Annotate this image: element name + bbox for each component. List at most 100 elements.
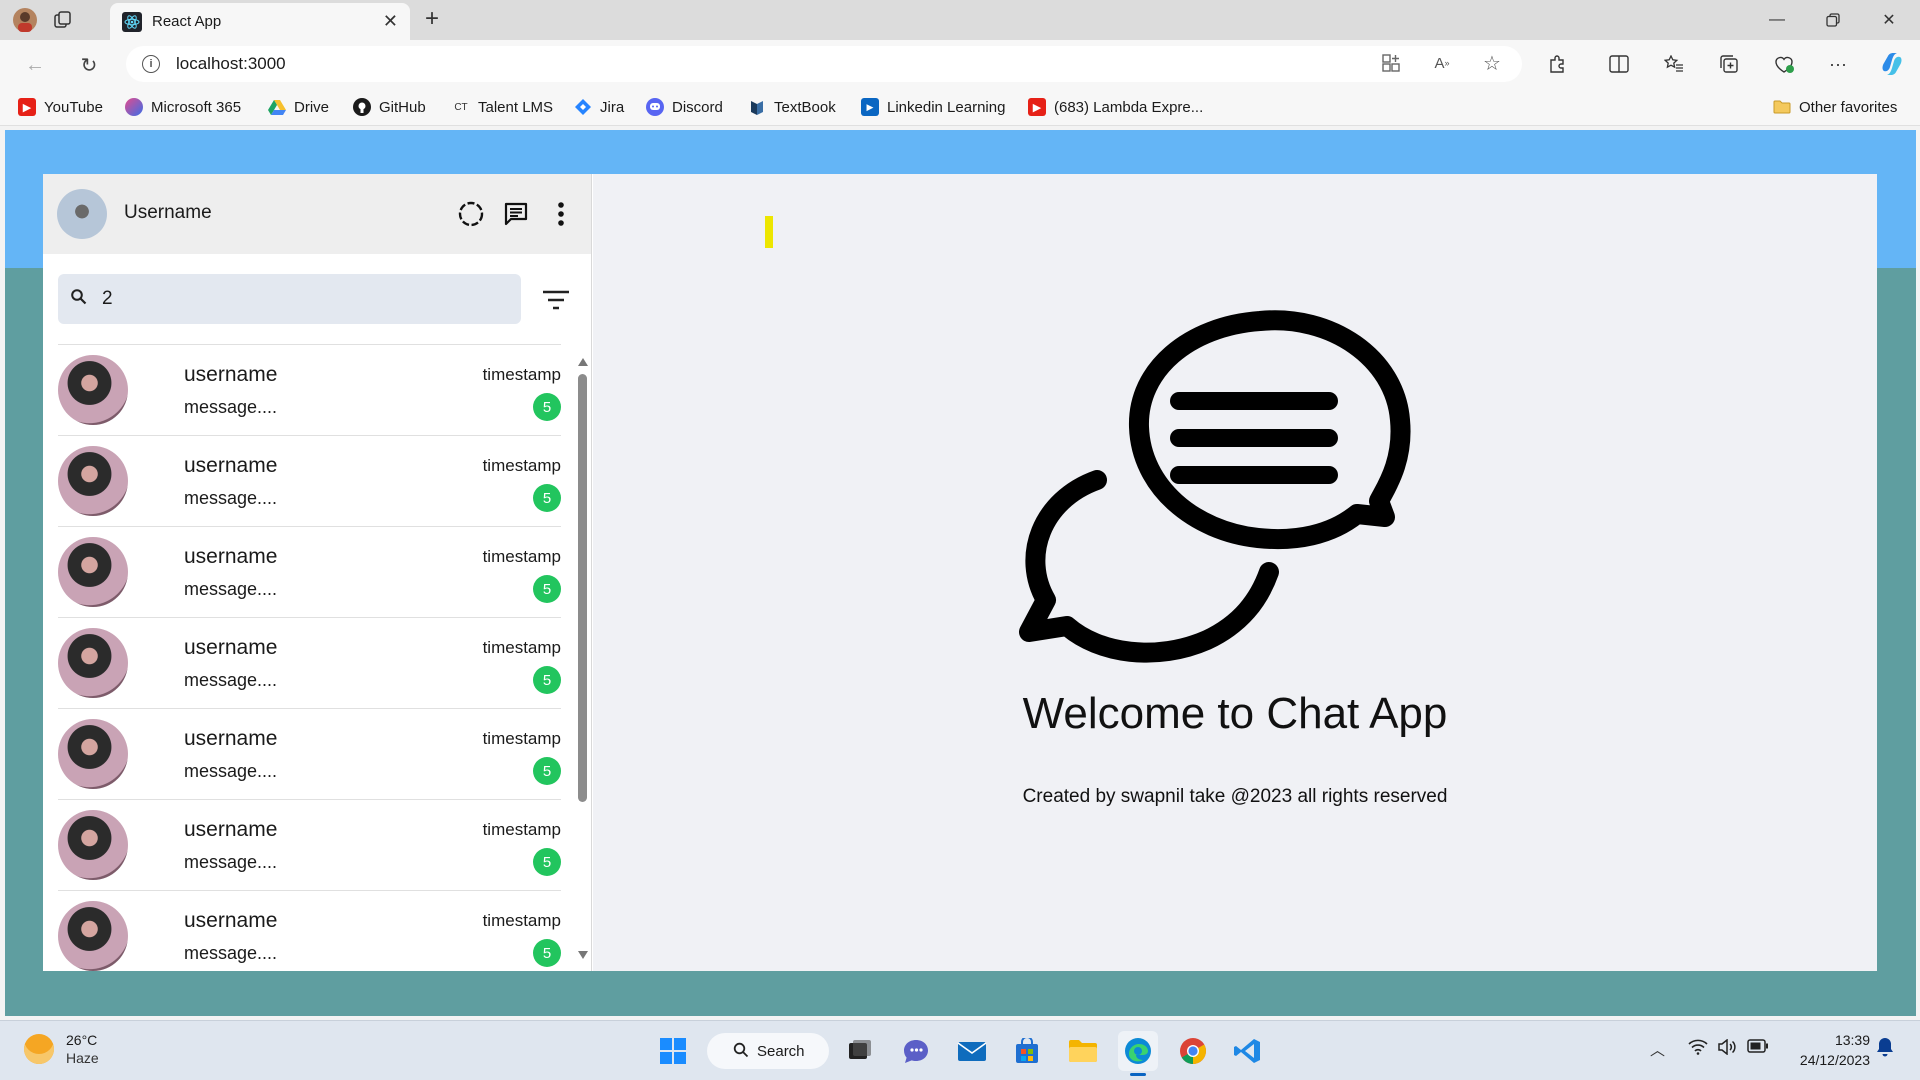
message-timestamp: timestamp [482, 820, 561, 839]
workspaces-icon[interactable] [48, 6, 78, 34]
refresh-icon[interactable]: ↻ [74, 50, 104, 80]
unread-badge: 5 [533, 575, 561, 603]
close-window-icon[interactable]: ✕ [1861, 0, 1917, 40]
volume-icon[interactable] [1717, 1038, 1737, 1059]
welcome-title: Welcome to Chat App [1022, 689, 1448, 738]
bookmark-talent-lms[interactable]: CT Talent LMS [452, 96, 553, 118]
chat-list-item[interactable]: username message.... timestamp 5 [58, 708, 561, 799]
status-icon[interactable] [455, 198, 487, 230]
bookmark-discord[interactable]: Discord [646, 96, 723, 118]
welcome-panel: Welcome to Chat App Created by swapnil t… [593, 174, 1877, 971]
other-favorites[interactable]: Other favorites [1773, 96, 1897, 118]
wifi-icon[interactable] [1688, 1039, 1708, 1059]
bookmark-youtube[interactable]: ▶ YouTube [18, 96, 103, 118]
search-input[interactable] [102, 288, 462, 310]
back-icon[interactable]: ← [20, 50, 50, 80]
bookmark-label: Linkedin Learning [887, 98, 1006, 116]
chat-list-item[interactable]: username message.... timestamp 5 [58, 435, 561, 526]
address-bar[interactable]: i localhost:3000 [126, 46, 1522, 82]
favorite-star-icon[interactable]: ☆ [1477, 48, 1507, 78]
search-icon [733, 1042, 749, 1062]
weather-condition: Haze [66, 1050, 99, 1066]
filter-icon[interactable] [540, 284, 572, 316]
scrollbar-thumb[interactable] [578, 374, 587, 802]
last-message: message.... [184, 488, 278, 508]
contact-avatar [58, 355, 128, 425]
bookmark-linkedin-learning[interactable]: ▶ Linkedin Learning [861, 96, 1005, 118]
site-info-icon[interactable]: i [142, 55, 160, 73]
github-icon [353, 98, 371, 116]
system-clock[interactable]: 13:39 24/12/2023 [1770, 1030, 1870, 1070]
bookmark-microsoft-365[interactable]: Microsoft 365 [125, 96, 241, 118]
collections-icon[interactable] [1713, 48, 1745, 80]
profile-avatar-icon[interactable] [10, 6, 40, 34]
chrome-browser-icon[interactable] [1173, 1031, 1213, 1071]
contact-avatar [58, 628, 128, 698]
message-timestamp: timestamp [482, 911, 561, 930]
chat-list-item[interactable]: username message.... timestamp 5 [58, 799, 561, 890]
contact-avatar [58, 537, 128, 607]
last-message: message.... [184, 761, 278, 781]
chat-list-item[interactable]: username message.... timestamp 5 [58, 890, 561, 971]
last-message: message.... [184, 397, 278, 417]
talentlms-icon: CT [454, 101, 468, 113]
chat-bubbles-icon [1011, 302, 1425, 688]
tab-react-app[interactable]: React App ✕ [110, 3, 410, 40]
show-hidden-icons-icon[interactable]: ︿ [1650, 1039, 1665, 1060]
chat-list-item[interactable]: username message.... timestamp 5 [58, 344, 561, 435]
folder-icon [1773, 98, 1791, 116]
browser-toolbar: ← ↻ i localhost:3000 A» ☆ ··· [0, 40, 1920, 88]
teams-chat-icon[interactable] [896, 1031, 936, 1071]
new-tab-button[interactable]: + [418, 6, 446, 34]
temperature: 26°C [66, 1032, 98, 1048]
vscode-icon[interactable] [1228, 1031, 1268, 1071]
more-options-icon[interactable] [545, 198, 577, 230]
contact-name: username [184, 454, 278, 477]
contact-name: username [184, 636, 278, 659]
new-chat-icon[interactable] [500, 198, 532, 230]
scroll-up-arrow-icon[interactable] [578, 358, 588, 366]
favorites-icon[interactable] [1658, 48, 1690, 80]
taskbar-search[interactable]: Search [707, 1033, 829, 1069]
battery-icon[interactable] [1747, 1039, 1769, 1057]
bookmark-label: Drive [294, 98, 330, 116]
chat-list-item[interactable]: username message.... timestamp 5 [58, 617, 561, 708]
chat-list-scrollbar[interactable] [576, 358, 590, 971]
message-timestamp: timestamp [482, 638, 561, 657]
bookmark-jira[interactable]: Jira [574, 96, 624, 118]
restore-icon[interactable] [1805, 0, 1861, 40]
chat-list-item[interactable]: username message.... timestamp 5 [58, 526, 561, 617]
read-aloud-icon[interactable]: A» [1427, 48, 1457, 78]
sidebar-header: Username [43, 174, 591, 254]
browser-essentials-icon[interactable] [1768, 48, 1800, 80]
close-tab-icon[interactable]: ✕ [383, 11, 398, 32]
last-message: message.... [184, 852, 278, 872]
edge-browser-icon[interactable] [1118, 1031, 1158, 1071]
contact-name: username [184, 545, 278, 568]
extensions-icon[interactable] [1541, 48, 1573, 80]
bookmark-textbook[interactable]: TextBook [748, 96, 836, 118]
copilot-icon[interactable] [1876, 48, 1908, 80]
split-screen-icon[interactable] [1603, 48, 1635, 80]
scroll-down-arrow-icon[interactable] [578, 951, 588, 959]
contact-name: username [184, 818, 278, 841]
mail-icon[interactable] [952, 1031, 992, 1071]
bookmark-label: Jira [600, 98, 625, 116]
user-avatar[interactable] [57, 189, 107, 239]
sidebar: Username 2 username message.... timestam… [43, 174, 592, 971]
notifications-bell-icon[interactable] [1876, 1037, 1894, 1061]
bookmark-lambda-expressions[interactable]: ▶ (683) Lambda Expre... [1028, 96, 1203, 118]
file-explorer-icon[interactable] [1063, 1031, 1103, 1071]
settings-more-icon[interactable]: ··· [1822, 48, 1854, 80]
task-view-icon[interactable] [840, 1031, 880, 1071]
bookmark-label: GitHub [379, 98, 426, 116]
bookmark-github[interactable]: GitHub [353, 96, 426, 118]
minimize-icon[interactable]: — [1749, 0, 1805, 40]
bookmark-drive[interactable]: Drive [268, 96, 329, 118]
last-message: message.... [184, 579, 278, 599]
app-available-icon[interactable] [1376, 48, 1406, 78]
start-windows-icon[interactable] [653, 1031, 693, 1071]
microsoft-store-icon[interactable] [1007, 1031, 1047, 1071]
contact-name: username [184, 727, 278, 750]
weather-widget[interactable]: 26°C Haze [24, 1031, 99, 1067]
